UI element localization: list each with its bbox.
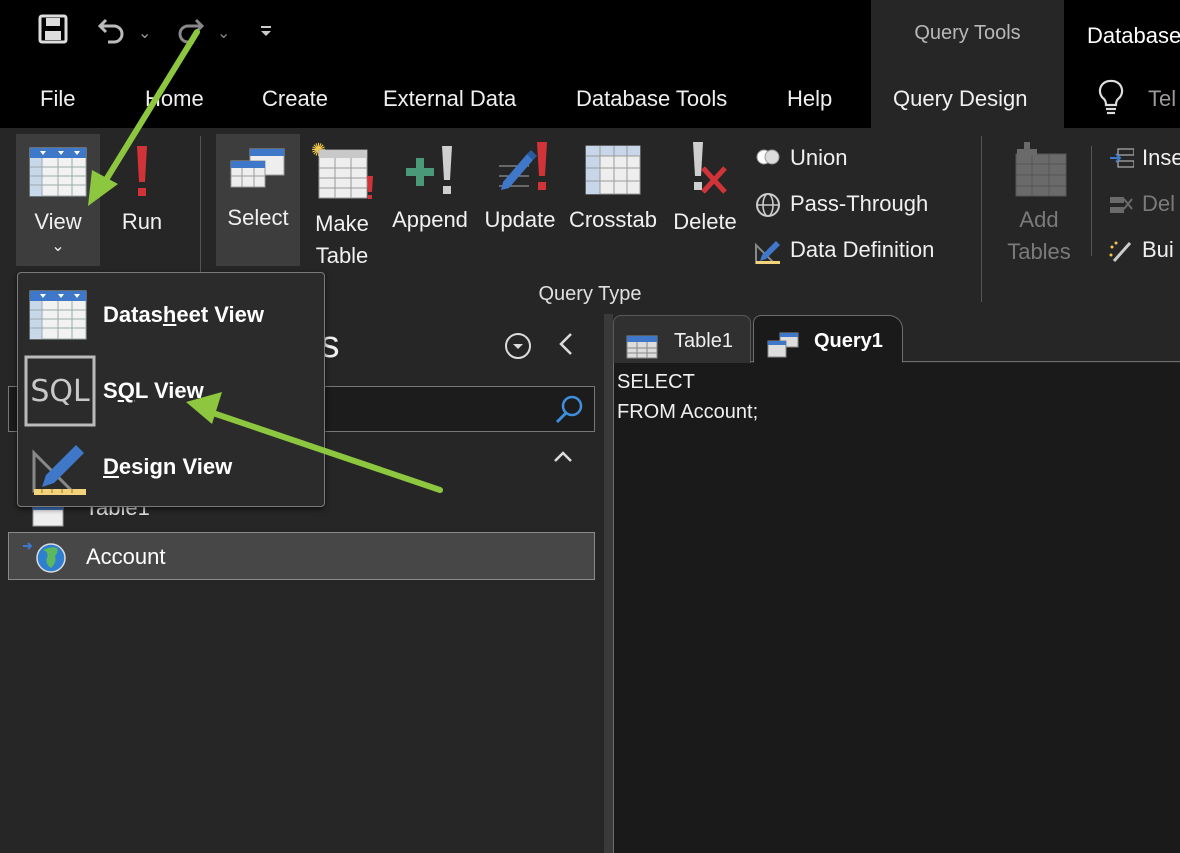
collapse-pane-icon[interactable] [556, 330, 576, 366]
tables-group-collapse-icon[interactable] [552, 444, 574, 472]
design-pencil-icon [754, 237, 782, 265]
insert-rows-icon [1108, 145, 1135, 173]
title-bar: ⌄ ⌄ Query Tools Database [0, 0, 1180, 68]
pass-through-query-button[interactable]: Pass-Through [754, 187, 928, 221]
union-label: Union [790, 145, 848, 170]
doc-tab-table1[interactable]: Table1 [613, 315, 751, 363]
append-query-button[interactable]: Append [386, 134, 474, 266]
search-icon [554, 393, 586, 430]
datasheet-view-icon [28, 289, 88, 346]
sql-editor[interactable]: SELECT FROM Account; [613, 363, 1180, 853]
query-type-group-label: Query Type [538, 283, 642, 305]
delete-query-button[interactable]: Delete [668, 134, 742, 266]
select-query-button[interactable]: Select [216, 134, 300, 266]
tab-external-data[interactable]: External Data [383, 68, 516, 128]
app-title: Database [1087, 23, 1180, 48]
update-query-button[interactable]: Update [480, 134, 560, 266]
lightbulb-icon[interactable] [1097, 78, 1125, 121]
add-tables-label: Add Tables [1007, 207, 1071, 264]
pass-through-label: Pass-Through [790, 191, 929, 216]
menu-item-label: SQL View [103, 378, 204, 403]
update-label: Update [484, 207, 556, 232]
make-table-icon: ✺ [311, 140, 373, 199]
view-label: View [34, 209, 82, 234]
data-definition-label: Data Definition [790, 237, 935, 262]
tell-me-search[interactable]: Tel [1148, 68, 1176, 128]
view-dropdown-menu: Datasheet View SQL SQL View Design View [17, 272, 325, 507]
view-button[interactable]: View ⌄ [16, 134, 100, 266]
menu-item-sql-view[interactable]: SQL SQL View [18, 353, 324, 429]
doc-tab-query1[interactable]: Query1 [753, 315, 903, 363]
menu-item-label: Datasheet View [103, 302, 265, 327]
data-definition-query-button[interactable]: Data Definition [754, 233, 934, 267]
redo-icon[interactable] [174, 14, 206, 55]
insert-rows-button[interactable]: Inse [1108, 141, 1180, 175]
pane-splitter[interactable] [604, 314, 613, 853]
globe-icon [754, 191, 782, 219]
delete-label: Delete [673, 209, 737, 234]
tab-database-tools[interactable]: Database Tools [576, 68, 727, 128]
crosstab-query-icon [585, 145, 641, 195]
builder-wand-icon [1108, 237, 1134, 265]
append-query-icon [406, 146, 452, 194]
ribbon-tab-bar: File Home Create External Data Database … [0, 68, 1180, 128]
builder-label: Bui [1142, 237, 1174, 262]
doc-tab-label: Query1 [814, 330, 883, 352]
menu-item-label: Design View [103, 454, 233, 479]
run-label: Run [121, 209, 163, 234]
make-table-button[interactable]: ✺ Make Table [305, 134, 379, 284]
customize-qat-icon[interactable] [259, 14, 273, 60]
tab-help[interactable]: Help [787, 68, 832, 128]
ribbon-separator [1091, 146, 1092, 256]
menu-item-datasheet-view[interactable]: Datasheet View [18, 277, 324, 353]
run-exclamation-icon [137, 146, 147, 196]
make-table-label: Make Table [315, 211, 369, 268]
view-dropdown-icon[interactable]: ⌄ [16, 238, 100, 256]
crosstab-query-button[interactable]: Crosstab [566, 134, 660, 266]
redo-dropdown-icon[interactable]: ⌄ [217, 14, 230, 54]
nav-item-account[interactable]: Account [8, 532, 595, 580]
undo-dropdown-icon[interactable]: ⌄ [138, 14, 151, 54]
run-button[interactable]: Run [110, 134, 174, 266]
undo-icon[interactable] [96, 14, 128, 55]
document-tab-bar: Table1 Query1 [613, 314, 1180, 363]
datasheet-view-icon [29, 147, 87, 197]
select-query-icon [230, 148, 285, 188]
sql-view-icon: SQL [24, 355, 96, 432]
query-tools-context-label: Query Tools [871, 0, 1064, 68]
append-label: Append [392, 207, 468, 232]
add-tables-icon [1015, 142, 1067, 197]
delete-rows-label: Del [1142, 191, 1176, 216]
union-icon [754, 145, 782, 173]
tab-query-design[interactable]: Query Design [871, 68, 1064, 128]
document-area: Table1 Query1 SELECT FROM Account; [613, 314, 1180, 853]
tab-file[interactable]: File [40, 68, 75, 128]
doc-tab-label: Table1 [674, 330, 733, 352]
insert-label: Inse [1142, 145, 1180, 170]
union-query-button[interactable]: Union [754, 141, 847, 175]
delete-rows-button[interactable]: Del [1108, 187, 1175, 221]
linked-table-globe-icon [21, 540, 69, 591]
crosstab-label: Crosstab [568, 207, 658, 232]
chevron-down-icon [513, 344, 523, 349]
builder-button[interactable]: Bui [1108, 233, 1174, 267]
save-icon[interactable] [38, 14, 68, 55]
menu-item-design-view[interactable]: Design View [18, 429, 324, 505]
tab-create[interactable]: Create [262, 68, 328, 128]
sql-icon-text: SQL [30, 374, 90, 409]
nav-pane-menu-button[interactable] [505, 333, 531, 359]
select-label: Select [227, 205, 289, 230]
tab-home[interactable]: Home [145, 68, 204, 128]
delete-query-icon [693, 142, 727, 194]
add-tables-button[interactable]: Add Tables [1000, 134, 1078, 284]
ribbon-separator [981, 136, 982, 302]
design-view-icon [30, 437, 90, 502]
delete-rows-icon [1108, 191, 1134, 219]
nav-item-label: Account [86, 544, 166, 569]
update-query-icon [499, 142, 547, 190]
